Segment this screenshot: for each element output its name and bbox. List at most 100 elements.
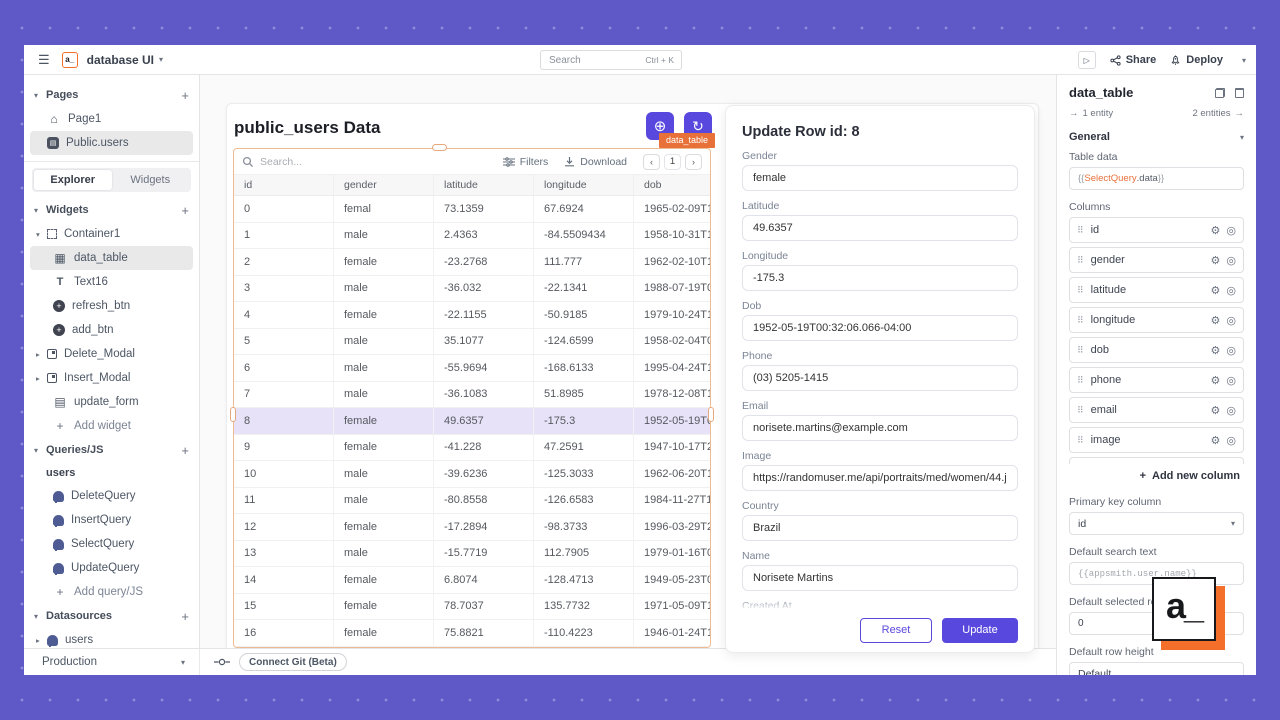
column-item[interactable]: ⠿ id ⚙ ◎ [1069, 217, 1244, 243]
chevron-icon[interactable]: ▾ [36, 230, 47, 239]
table-data-binding-input[interactable]: {{SelectQuery.data}} [1069, 167, 1244, 190]
table-cell[interactable]: 1979-01-16T01 [634, 541, 710, 567]
outgoing-entities-link[interactable]: 2 entities→ [1192, 108, 1244, 119]
table-cell[interactable]: -22.1155 [434, 302, 534, 328]
table-cell[interactable]: male [334, 461, 434, 487]
environment-selector[interactable]: Production ▾ [24, 649, 200, 675]
table-row[interactable]: 12female-17.2894-98.37331996-03-29T22 [234, 514, 710, 541]
form-field-input[interactable] [742, 215, 1018, 241]
gear-icon[interactable]: ⚙ [1211, 314, 1221, 327]
gear-icon[interactable]: ⚙ [1211, 374, 1221, 387]
table-row[interactable]: 11male-80.8558-126.65831984-11-27T10 [234, 488, 710, 515]
form-field-input[interactable] [742, 265, 1018, 291]
tab-explorer[interactable]: Explorer [34, 170, 112, 190]
chevron-down-icon[interactable]: ▾ [34, 446, 46, 455]
queries-section-header[interactable]: ▾ Queries/JS + [24, 438, 199, 462]
table-cell[interactable]: female [334, 302, 434, 328]
table-cell[interactable]: female [334, 249, 434, 275]
chevron-down-icon[interactable]: ▾ [34, 612, 46, 621]
table-row[interactable]: 10male-39.6236-125.30331962-06-20T13 [234, 461, 710, 488]
table-cell[interactable]: -36.032 [434, 276, 534, 302]
table-cell[interactable]: 1971-05-09T16 [634, 594, 710, 620]
table-cell[interactable]: -124.6599 [534, 329, 634, 355]
tree-item[interactable]: Page1 [30, 107, 193, 131]
form-field-input[interactable] [742, 515, 1018, 541]
table-cell[interactable]: 35.1077 [434, 329, 534, 355]
table-column-header[interactable]: longitude [534, 175, 634, 195]
form-field-input[interactable] [742, 165, 1018, 191]
table-cell[interactable]: 1958-02-04T07 [634, 329, 710, 355]
table-cell[interactable]: 1962-06-20T13 [634, 461, 710, 487]
table-cell[interactable]: female [334, 435, 434, 461]
general-section-header[interactable]: General ▾ [1069, 131, 1244, 143]
tree-item[interactable]: ▸ Delete_Modal [30, 342, 193, 366]
tree-item[interactable]: DeleteQuery [30, 484, 193, 508]
data-table-widget[interactable]: Search... Filters Download ‹ [233, 148, 711, 648]
drag-handle-icon[interactable]: ⠿ [1077, 285, 1084, 296]
table-cell[interactable]: female [334, 567, 434, 593]
gear-icon[interactable]: ⚙ [1211, 404, 1221, 417]
table-cell[interactable]: -36.1083 [434, 382, 534, 408]
table-cell[interactable]: male [334, 488, 434, 514]
app-name[interactable]: database UI [87, 53, 154, 67]
tree-item[interactable]: Add query/JS [30, 580, 193, 604]
table-cell[interactable]: -17.2894 [434, 514, 534, 540]
table-cell[interactable]: 135.7732 [534, 594, 634, 620]
table-cell[interactable]: 1984-11-27T10 [634, 488, 710, 514]
table-cell[interactable]: 51.8985 [534, 382, 634, 408]
chevron-down-icon[interactable]: ▾ [34, 91, 46, 100]
table-cell[interactable]: 1988-07-19T08 [634, 276, 710, 302]
chevron-icon[interactable]: ▸ [36, 374, 47, 383]
table-row[interactable]: 5male35.1077-124.65991958-02-04T07 [234, 329, 710, 356]
table-cell[interactable]: -41.228 [434, 435, 534, 461]
table-cell[interactable]: 1 [234, 223, 334, 249]
table-cell[interactable]: 14 [234, 567, 334, 593]
table-cell[interactable]: 3 [234, 276, 334, 302]
drag-handle-icon[interactable]: ⠿ [1077, 375, 1084, 386]
table-row[interactable]: 16female75.8821-110.42231946-01-24T18 [234, 620, 710, 647]
column-item[interactable]: ⠿ email ⚙ ◎ [1069, 397, 1244, 423]
table-cell[interactable]: 111.777 [534, 249, 634, 275]
table-row[interactable]: 14female6.8074-128.47131949-05-23T09 [234, 567, 710, 594]
gear-icon[interactable]: ⚙ [1211, 434, 1221, 447]
chevron-down-icon[interactable]: ▾ [34, 206, 46, 215]
table-cell[interactable]: 2.4363 [434, 223, 534, 249]
connect-git-button[interactable]: Connect Git (Beta) [239, 653, 347, 671]
table-cell[interactable]: 13 [234, 541, 334, 567]
form-field-input[interactable] [742, 415, 1018, 441]
eye-icon[interactable]: ◎ [1226, 404, 1236, 417]
delete-widget-button[interactable] [1235, 88, 1244, 98]
table-cell[interactable]: -23.2768 [434, 249, 534, 275]
table-cell[interactable]: -126.6583 [534, 488, 634, 514]
table-row[interactable]: 6male-55.9694-168.61331995-04-24T19 [234, 355, 710, 382]
table-cell[interactable]: male [334, 541, 434, 567]
table-cell[interactable]: 1995-04-24T19 [634, 355, 710, 381]
table-cell[interactable]: 1946-01-24T18 [634, 620, 710, 646]
gear-icon[interactable]: ⚙ [1211, 224, 1221, 237]
table-cell[interactable]: -39.6236 [434, 461, 534, 487]
table-row[interactable]: 8female49.6357-175.31952-05-19T04 [234, 408, 710, 435]
table-cell[interactable]: 9 [234, 435, 334, 461]
table-row[interactable]: 2female-23.2768111.7771962-02-10T10 [234, 249, 710, 276]
table-cell[interactable]: 6 [234, 355, 334, 381]
add-query-button[interactable]: + [181, 443, 189, 458]
table-cell[interactable]: female [334, 594, 434, 620]
reset-button[interactable]: Reset [860, 618, 932, 643]
resize-handle-top[interactable] [432, 144, 447, 151]
eye-icon[interactable]: ◎ [1226, 344, 1236, 357]
tree-item[interactable]: refresh_btn [30, 294, 193, 318]
form-field-input[interactable] [742, 365, 1018, 391]
column-item[interactable]: ⠿ phone ⚙ ◎ [1069, 367, 1244, 393]
table-cell[interactable]: 1962-02-10T10 [634, 249, 710, 275]
datasources-section-header[interactable]: ▾ Datasources + [24, 604, 199, 628]
chevron-down-icon[interactable]: ▾ [159, 55, 163, 64]
table-cell[interactable]: 8 [234, 408, 334, 434]
preview-button[interactable]: ▷ [1078, 51, 1096, 69]
drag-handle-icon[interactable]: ⠿ [1077, 405, 1084, 416]
tree-item[interactable]: Add widget [30, 414, 193, 438]
table-cell[interactable]: 0 [234, 196, 334, 222]
prev-page-button[interactable]: ‹ [643, 154, 660, 170]
table-cell[interactable]: femal [334, 196, 434, 222]
table-row[interactable]: 4female-22.1155-50.91851979-10-24T12 [234, 302, 710, 329]
table-cell[interactable]: 1949-05-23T09 [634, 567, 710, 593]
